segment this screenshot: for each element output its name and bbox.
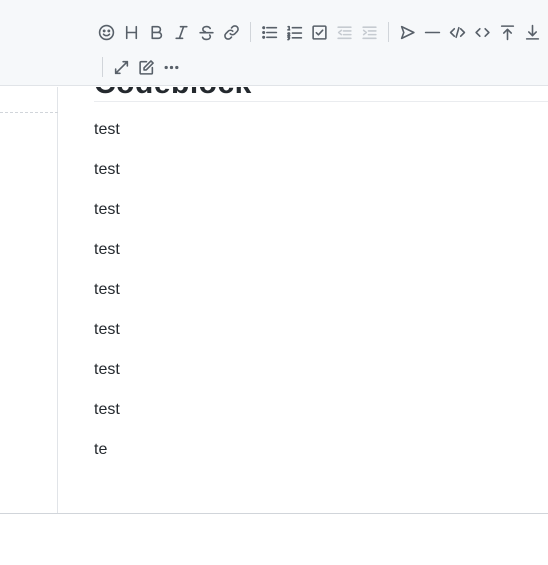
text-line: test — [94, 361, 120, 378]
inline-code-icon[interactable] — [472, 20, 493, 44]
unordered-list-icon[interactable] — [259, 20, 280, 44]
checklist-icon[interactable] — [309, 20, 330, 44]
horizontal-rule-icon[interactable] — [422, 20, 443, 44]
toolbar-row-primary — [96, 19, 547, 45]
editor-content[interactable]: Codeblock test test test test test test … — [59, 87, 548, 513]
text-line: test — [94, 161, 120, 178]
indent-icon[interactable] — [359, 20, 380, 44]
text-lines: test test test test test test test test … — [94, 120, 120, 480]
insert-before-icon[interactable] — [497, 20, 518, 44]
toolbar-divider — [102, 57, 103, 77]
fullscreen-icon[interactable] — [111, 55, 132, 79]
quote-icon[interactable] — [397, 20, 418, 44]
text-line: test — [94, 321, 120, 338]
emoji-icon[interactable] — [96, 20, 117, 44]
document-heading: Codeblock — [94, 87, 252, 101]
strikethrough-icon[interactable] — [196, 20, 217, 44]
more-icon[interactable] — [161, 55, 182, 79]
text-line: test — [94, 281, 120, 298]
text-line: test — [94, 401, 120, 418]
code-block-icon[interactable] — [447, 20, 468, 44]
toolbar-divider — [250, 22, 251, 42]
text-line: test — [94, 201, 120, 218]
outdent-icon[interactable] — [334, 20, 355, 44]
editor-bottom-border — [0, 513, 548, 514]
editor-toolbar — [0, 0, 548, 86]
text-line: test — [94, 241, 120, 258]
text-line: test — [94, 121, 120, 138]
gutter-divider — [0, 112, 58, 113]
toolbar-divider — [388, 22, 389, 42]
heading-underline — [94, 101, 548, 102]
edit-mode-icon[interactable] — [136, 55, 157, 79]
toolbar-row-secondary — [96, 54, 186, 80]
ordered-list-icon[interactable] — [284, 20, 305, 44]
text-line: te — [94, 441, 108, 458]
link-icon[interactable] — [221, 20, 242, 44]
heading-icon[interactable] — [121, 20, 142, 44]
bold-icon[interactable] — [146, 20, 167, 44]
insert-after-icon[interactable] — [522, 20, 543, 44]
left-gutter-panel — [0, 87, 58, 513]
italic-icon[interactable] — [171, 20, 192, 44]
